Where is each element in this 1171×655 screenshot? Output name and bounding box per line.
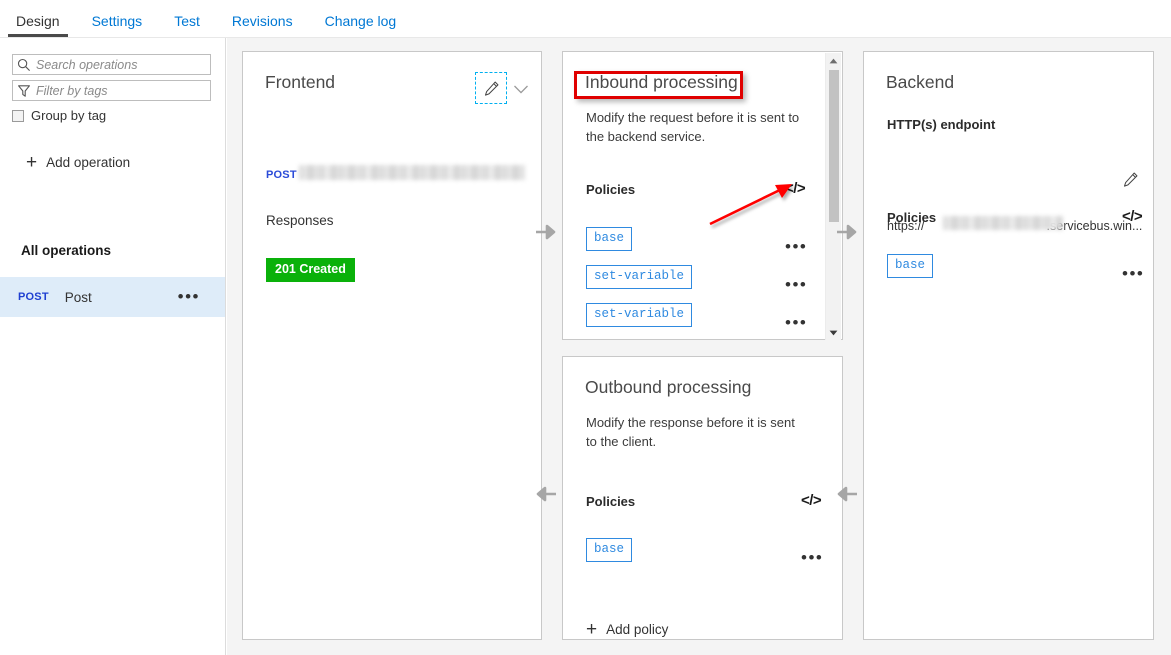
flow-arrow-inbound-to-backend <box>837 224 857 240</box>
backend-url-redacted <box>943 216 1063 230</box>
caret-down-icon <box>829 330 838 335</box>
frontend-title: Frontend <box>265 72 336 92</box>
checkbox-box[interactable] <box>12 109 24 122</box>
frontend-responses-label: Responses <box>266 213 334 228</box>
add-policy-label: Add policy <box>606 622 669 637</box>
inbound-policy-menu-0[interactable]: ••• <box>785 238 807 255</box>
add-operation-button[interactable]: + Add operation <box>26 151 131 173</box>
inbound-policy-menu-2[interactable]: ••• <box>785 314 807 331</box>
sidebar-operation-post[interactable]: POST Post ••• <box>0 277 225 317</box>
scroll-up-arrow-icon[interactable] <box>826 53 841 68</box>
inbound-policy-chip-set-variable-2[interactable]: set-variable <box>586 303 693 327</box>
inbound-policy-menu-1[interactable]: ••• <box>785 276 807 293</box>
plus-icon: + <box>26 151 38 173</box>
group-by-tag-checkbox[interactable]: Group by tag <box>12 108 106 123</box>
pencil-icon <box>1123 172 1138 187</box>
frontend-url-redacted <box>299 165 525 180</box>
caret-up-icon <box>829 58 838 63</box>
search-input[interactable] <box>36 57 201 72</box>
scroll-down-arrow-icon[interactable] <box>826 325 841 340</box>
inbound-policies-label: Policies <box>586 182 636 197</box>
add-operation-label: Add operation <box>46 155 131 170</box>
backend-policy-chip-base[interactable]: base <box>887 254 934 278</box>
outbound-policy-chip-base[interactable]: base <box>586 538 633 562</box>
backend-edit-endpoint-button[interactable] <box>1122 171 1142 191</box>
group-by-tag-label: Group by tag <box>31 108 107 123</box>
inbound-processing-card: Inbound processing Modify the request be… <box>562 51 843 340</box>
tab-bar: Design Settings Test Revisions Change lo… <box>0 0 1171 38</box>
plus-icon: + <box>586 619 598 640</box>
inbound-policy-chip-set-variable-1[interactable]: set-variable <box>586 265 693 289</box>
chevron-down-icon <box>514 85 528 94</box>
filter-tags-field[interactable] <box>12 80 211 101</box>
pencil-icon <box>484 81 498 96</box>
filter-icon <box>18 84 30 97</box>
tab-change-log[interactable]: Change log <box>309 14 413 37</box>
page-body: Group by tag + Add operation All operati… <box>0 38 1171 655</box>
tab-revisions[interactable]: Revisions <box>216 14 309 37</box>
flow-arrow-outbound-to-frontend <box>536 486 556 502</box>
backend-title: Backend <box>886 72 955 92</box>
flow-arrow-frontend-to-inbound <box>536 224 556 240</box>
inbound-code-view-button[interactable]: </> <box>785 180 806 197</box>
frontend-edit-button[interactable] <box>475 72 507 104</box>
all-operations-heading: All operations <box>21 243 112 258</box>
outbound-description: Modify the response before it is sent to… <box>586 415 795 449</box>
outbound-policy-menu-0[interactable]: ••• <box>801 549 823 566</box>
inbound-scrollbar[interactable] <box>825 53 841 340</box>
operations-sidebar: Group by tag + Add operation All operati… <box>0 38 226 655</box>
search-icon <box>17 58 30 71</box>
inbound-policy-chip-base[interactable]: base <box>586 227 633 251</box>
frontend-method-badge: POST <box>266 169 297 181</box>
operation-name-label: Post <box>64 289 92 305</box>
frontend-expand-button[interactable] <box>511 79 531 99</box>
design-canvas: Frontend POST Responses 201 Created Inbo… <box>227 38 1171 655</box>
backend-policy-menu-0[interactable]: ••• <box>1122 265 1144 282</box>
backend-policies-label: Policies <box>887 210 937 225</box>
backend-code-view-button[interactable]: </> <box>1122 208 1143 225</box>
tab-design[interactable]: Design <box>0 14 76 37</box>
flow-arrow-backend-to-outbound <box>837 486 857 502</box>
inbound-title: Inbound processing <box>585 72 738 92</box>
search-operations-field[interactable] <box>12 54 211 75</box>
frontend-response-status-badge[interactable]: 201 Created <box>266 258 355 282</box>
inbound-description: Modify the request before it is sent to … <box>586 110 800 144</box>
backend-card: Backend HTTP(s) endpoint https://.servic… <box>863 51 1154 640</box>
operation-context-menu-icon[interactable]: ••• <box>178 288 200 305</box>
outbound-code-view-button[interactable]: </> <box>801 492 822 509</box>
outbound-add-policy-button[interactable]: + Add policy <box>586 619 669 640</box>
operation-verb-badge: POST <box>18 291 49 303</box>
backend-endpoint-label: HTTP(s) endpoint <box>887 117 996 132</box>
outbound-processing-card: Outbound processing Modify the response … <box>562 356 843 640</box>
outbound-title: Outbound processing <box>585 377 752 397</box>
frontend-card: Frontend POST Responses 201 Created <box>242 51 542 640</box>
tab-settings[interactable]: Settings <box>76 14 159 37</box>
scrollbar-thumb[interactable] <box>829 70 839 222</box>
filter-input[interactable] <box>36 83 201 98</box>
tab-test[interactable]: Test <box>158 14 216 37</box>
outbound-policies-label: Policies <box>586 494 636 509</box>
